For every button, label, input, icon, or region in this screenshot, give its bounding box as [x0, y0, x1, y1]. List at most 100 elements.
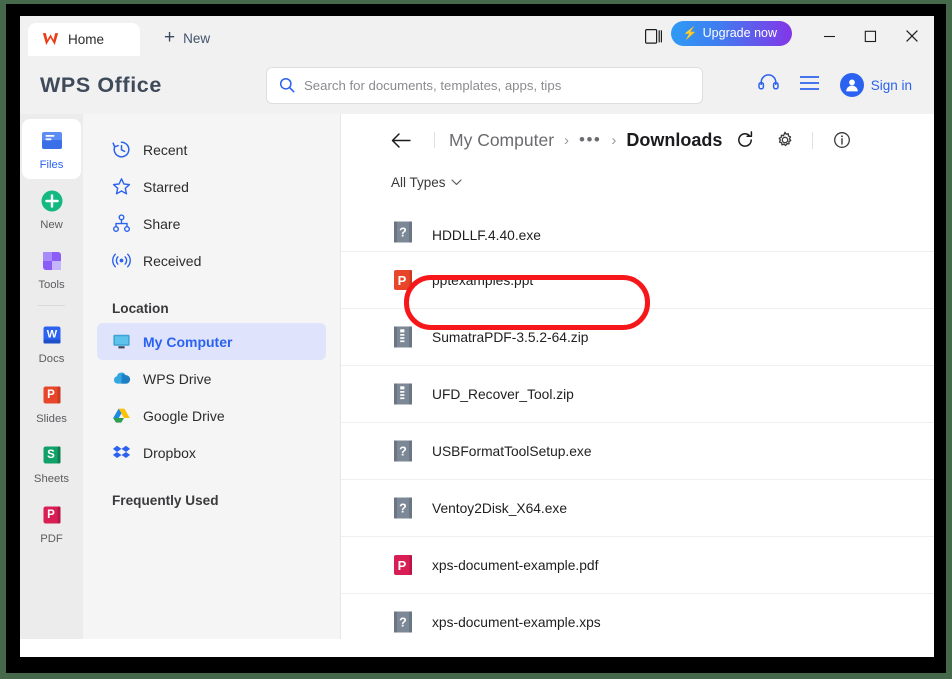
lightning-bolt-icon: ⚡ [682, 26, 698, 40]
upgrade-now-button[interactable]: ⚡ Upgrade now [670, 20, 792, 46]
breadcrumb-current: Downloads [626, 129, 723, 150]
chevron-right-icon: › [564, 131, 570, 149]
chevron-right-icon-2: › [611, 131, 617, 149]
sidebar-label-google-drive: Google Drive [143, 407, 225, 424]
sidebar-label-dropbox: Dropbox [143, 444, 196, 461]
left-rail: Files New Tools W Docs P Slides S Sheets… [20, 114, 83, 639]
svg-text:P: P [398, 558, 407, 573]
rail-item-slides[interactable]: P Slides [22, 373, 81, 433]
word-doc-icon: W [43, 326, 60, 343]
search-icon [279, 77, 295, 93]
breadcrumb-root[interactable]: My Computer [449, 130, 554, 151]
hamburger-menu-icon [799, 75, 819, 90]
table-row[interactable]: ? Ventoy2Disk_X64.exe [341, 480, 934, 537]
info-button[interactable] [833, 131, 851, 149]
sign-in-button[interactable]: Sign in [839, 73, 912, 97]
cloud-icon [113, 372, 131, 384]
file-name: UFD_Recover_Tool.zip [432, 386, 574, 402]
broadcast-icon [112, 253, 131, 268]
rail-item-tools[interactable]: Tools [22, 239, 81, 299]
sidebar-label-received: Received [143, 252, 202, 269]
new-tab-button[interactable]: + New [158, 23, 220, 56]
svg-text:W: W [46, 328, 57, 340]
sidebar-item-starred[interactable]: Starred [97, 168, 326, 205]
sidebar-item-received[interactable]: Received [97, 242, 326, 279]
archive-file-icon [394, 383, 412, 405]
svg-text:P: P [398, 273, 407, 288]
support-button[interactable] [757, 73, 779, 97]
table-row[interactable]: ? xps-document-example.xps [341, 594, 934, 639]
close-icon [905, 30, 918, 42]
table-row[interactable]: ? USBFormatToolSetup.exe [341, 423, 934, 480]
rail-label-tools: Tools [38, 278, 65, 291]
sign-in-label: Sign in [870, 77, 912, 93]
settings-button[interactable] [776, 131, 794, 149]
sidebar-label-my-computer: My Computer [143, 333, 233, 350]
svg-text:?: ? [399, 502, 407, 516]
side-panel-toggle[interactable] [637, 16, 671, 56]
maximize-button[interactable] [850, 16, 891, 56]
monitor-icon [113, 334, 130, 349]
app-brand-title: WPS Office [40, 72, 162, 97]
file-name: HDDLLF.4.40.exe [432, 228, 541, 243]
rail-label-slides: Slides [36, 412, 67, 425]
rail-item-new[interactable]: New [22, 179, 81, 239]
sidebar-heading-location: Location [112, 301, 169, 316]
sidebar-item-my-computer[interactable]: My Computer [97, 323, 326, 360]
search-input[interactable]: Search for documents, templates, apps, t… [266, 66, 703, 104]
wps-office-window: Home + New ⚡ Upgrade now WPS Office Sear… [20, 16, 934, 657]
type-filter[interactable]: All Types [341, 166, 934, 198]
headset-icon [757, 74, 779, 90]
rail-item-sheets[interactable]: S Sheets [22, 433, 81, 493]
rail-item-docs[interactable]: W Docs [22, 313, 81, 373]
google-drive-icon [113, 408, 130, 423]
history-clock-icon [112, 141, 130, 158]
maximize-icon [864, 30, 877, 42]
rail-label-pdf: PDF [40, 532, 63, 545]
sidebar-item-dropbox[interactable]: Dropbox [97, 434, 326, 471]
chevron-down-icon [450, 179, 462, 186]
sidebar-item-google-drive[interactable]: Google Drive [97, 397, 326, 434]
sidebar-item-share[interactable]: Share [97, 205, 326, 242]
file-list[interactable]: ? HDDLLF.4.40.exe P pptexamples.ppt Suma… [341, 214, 934, 639]
unknown-file-icon: ? [394, 221, 412, 243]
arrow-left-icon [391, 132, 411, 148]
main-menu-button[interactable] [799, 75, 820, 96]
rail-divider [38, 305, 65, 306]
minimize-button[interactable] [809, 16, 850, 56]
table-row[interactable]: P xps-document-example.pdf [341, 537, 934, 594]
plus-icon: + [164, 27, 176, 48]
powerpoint-file-icon: P [394, 270, 412, 290]
sidebar-label-wps-drive: WPS Drive [143, 370, 212, 387]
refresh-button[interactable] [736, 131, 754, 149]
rail-label-docs: Docs [38, 352, 65, 365]
upgrade-now-label: Upgrade now [702, 26, 777, 40]
user-avatar-icon [845, 79, 858, 92]
close-button[interactable] [891, 16, 932, 56]
table-row[interactable]: ? HDDLLF.4.40.exe [341, 214, 934, 252]
rail-item-pdf[interactable]: P PDF [22, 493, 81, 553]
breadcrumb-ellipsis[interactable]: ••• [579, 130, 601, 150]
refresh-icon [738, 131, 753, 147]
back-button[interactable] [391, 132, 412, 149]
sidebar-item-recent[interactable]: Recent [97, 131, 326, 168]
screen-background: Home + New ⚡ Upgrade now WPS Office Sear… [0, 0, 952, 679]
files-icon [41, 131, 62, 149]
tools-grid-icon [42, 251, 61, 270]
tab-home[interactable]: Home [28, 23, 140, 56]
svg-text:?: ? [399, 616, 407, 630]
archive-file-icon [394, 326, 412, 348]
table-row[interactable]: SumatraPDF-3.5.2-64.zip [341, 309, 934, 366]
window-controls-group: ⚡ Upgrade now [637, 16, 934, 56]
new-tab-label: New [183, 31, 211, 46]
table-row[interactable]: P pptexamples.ppt [341, 252, 934, 309]
rail-item-files[interactable]: Files [22, 119, 81, 179]
window-tab-strip: Home + New ⚡ Upgrade now [20, 16, 934, 56]
dropbox-icon [112, 445, 131, 458]
table-row[interactable]: UFD_Recover_Tool.zip [341, 366, 934, 423]
search-placeholder: Search for documents, templates, apps, t… [304, 77, 562, 93]
sidebar-item-wps-drive[interactable]: WPS Drive [97, 360, 326, 397]
side-panel-icon [645, 28, 663, 44]
svg-text:?: ? [399, 445, 407, 459]
rail-label-new: New [40, 218, 63, 231]
